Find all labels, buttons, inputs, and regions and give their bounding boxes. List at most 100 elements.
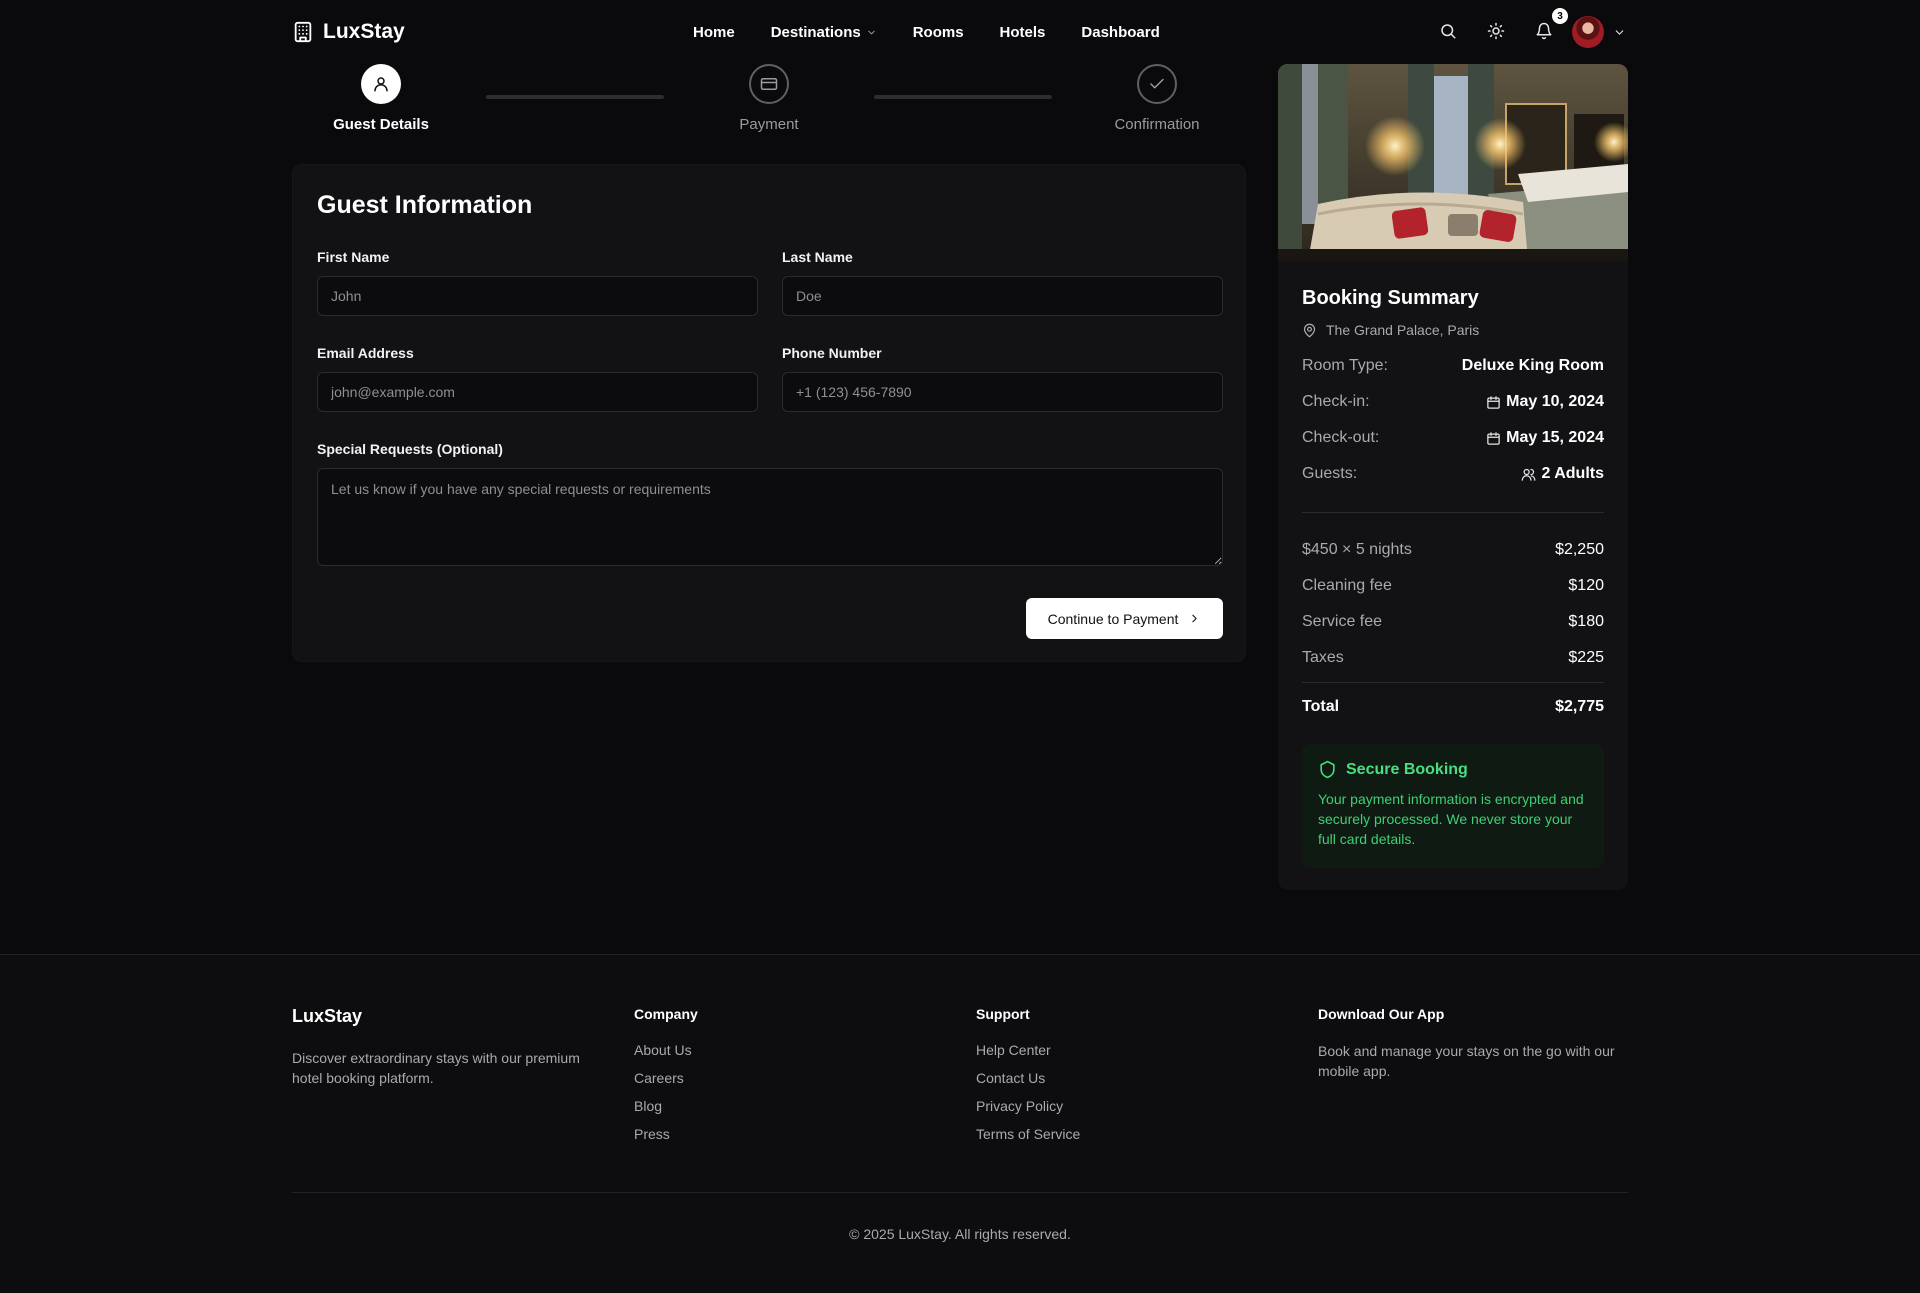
step-guest-details: Guest Details xyxy=(301,64,461,133)
nav-hotels[interactable]: Hotels xyxy=(1000,24,1046,41)
special-requests-label: Special Requests (Optional) xyxy=(317,441,503,457)
copyright: © 2025 LuxStay. All rights reserved. xyxy=(849,1226,1071,1242)
summary-divider xyxy=(1302,682,1604,683)
email-label: Email Address xyxy=(317,345,414,361)
brand-logo[interactable]: LuxStay xyxy=(292,17,405,47)
special-requests-field[interactable] xyxy=(317,468,1223,566)
sun-icon[interactable] xyxy=(1487,22,1505,40)
first-name-field[interactable] xyxy=(317,276,758,316)
charge-row-cleaning: Cleaning fee $120 xyxy=(1302,577,1604,595)
footer-link-contact-us[interactable]: Contact Us xyxy=(976,1070,1045,1086)
footer-link-terms-of-service[interactable]: Terms of Service xyxy=(976,1126,1080,1142)
charge-row-service: Service fee $180 xyxy=(1302,613,1604,631)
footer-app-description: Book and manage your stays on the go wit… xyxy=(1318,1043,1615,1079)
step-payment: Payment xyxy=(689,64,849,133)
footer-link-privacy-policy[interactable]: Privacy Policy xyxy=(976,1098,1063,1114)
charge-row-taxes: Taxes $225 xyxy=(1302,649,1604,667)
shield-icon xyxy=(1318,760,1337,779)
summary-divider xyxy=(1302,512,1604,513)
charge-label: Service fee xyxy=(1302,613,1383,630)
bell-icon[interactable] xyxy=(1535,22,1553,40)
footer-divider xyxy=(292,1192,1628,1193)
guests-value: 2 Adults xyxy=(1521,465,1604,483)
footer-brand: LuxStay xyxy=(292,1006,363,1026)
check-out-label: Check-out: xyxy=(1302,429,1380,446)
first-name-label: First Name xyxy=(317,249,390,265)
phone-label: Phone Number xyxy=(782,345,882,361)
charge-label: Taxes xyxy=(1302,649,1344,666)
last-name-field[interactable] xyxy=(782,276,1223,316)
chevron-down-icon xyxy=(866,27,877,38)
footer-description: Discover extraordinary stays with our pr… xyxy=(292,1050,580,1086)
nav-home[interactable]: Home xyxy=(693,24,735,41)
charge-label: $450 × 5 nights xyxy=(1302,541,1412,558)
check-out-value: May 15, 2024 xyxy=(1486,429,1604,447)
search-icon[interactable] xyxy=(1439,22,1457,40)
footer-link-careers[interactable]: Careers xyxy=(634,1070,684,1086)
last-name-label: Last Name xyxy=(782,249,853,265)
continue-to-payment-button[interactable]: Continue to Payment xyxy=(1026,598,1223,639)
check-in-label: Check-in: xyxy=(1302,393,1370,410)
nav-destinations-label: Destinations xyxy=(770,23,861,41)
booking-summary-card: Booking Summary The Grand Palace, Paris … xyxy=(1278,64,1628,890)
user-avatar[interactable] xyxy=(1572,16,1604,48)
users-icon xyxy=(1521,467,1536,482)
charge-label: Cleaning fee xyxy=(1302,577,1392,594)
total-value: $2,775 xyxy=(1555,698,1604,715)
guests-count: 2 Adults xyxy=(1541,465,1604,482)
step-confirmation: Confirmation xyxy=(1077,64,1237,133)
step-label: Guest Details xyxy=(333,116,429,133)
secure-booking-notice: Secure Booking Your payment information … xyxy=(1302,744,1604,868)
check-icon xyxy=(1137,64,1177,104)
check-out-row: Check-out: May 15, 2024 xyxy=(1302,429,1604,447)
step-connector xyxy=(486,95,664,99)
location-text: The Grand Palace, Paris xyxy=(1326,322,1480,338)
main-nav: Home Destinations Rooms Hotels Dashboard xyxy=(693,18,1160,46)
email-field[interactable] xyxy=(317,372,758,412)
summary-title: Booking Summary xyxy=(1302,287,1479,309)
footer-link-about-us[interactable]: About Us xyxy=(634,1042,692,1058)
room-type-value: Deluxe King Room xyxy=(1461,357,1604,374)
user-icon xyxy=(361,64,401,104)
chevron-right-icon xyxy=(1188,612,1201,625)
form-title: Guest Information xyxy=(317,191,533,219)
calendar-icon xyxy=(1486,431,1501,446)
step-label: Payment xyxy=(739,116,799,133)
footer-link-blog[interactable]: Blog xyxy=(634,1098,662,1114)
hotel-room-photo xyxy=(1278,64,1628,261)
check-out-date: May 15, 2024 xyxy=(1506,429,1604,446)
calendar-icon xyxy=(1486,395,1501,410)
charge-value: $225 xyxy=(1568,649,1604,666)
brand-name: LuxStay xyxy=(323,20,405,43)
secure-booking-title: Secure Booking xyxy=(1346,760,1468,778)
footer-link-help-center[interactable]: Help Center xyxy=(976,1042,1051,1058)
total-row: Total $2,775 xyxy=(1302,698,1604,716)
charge-row-nights: $450 × 5 nights $2,250 xyxy=(1302,541,1604,559)
step-connector xyxy=(874,95,1052,99)
charge-value: $120 xyxy=(1568,577,1604,594)
footer-support-title: Support xyxy=(976,1006,1030,1022)
top-navigation-bar: LuxStay Home Destinations Rooms Hotels D… xyxy=(0,0,1920,64)
footer xyxy=(0,955,1920,1293)
notification-badge: 3 xyxy=(1552,8,1568,24)
room-type-label: Room Type: xyxy=(1302,357,1388,374)
check-in-row: Check-in: May 10, 2024 xyxy=(1302,393,1604,411)
footer-company-title: Company xyxy=(634,1006,698,1022)
footer-link-press[interactable]: Press xyxy=(634,1126,670,1142)
guests-label: Guests: xyxy=(1302,465,1358,482)
secure-booking-text: Your payment information is encrypted an… xyxy=(1318,791,1584,847)
nav-rooms[interactable]: Rooms xyxy=(913,24,964,41)
guests-row: Guests: 2 Adults xyxy=(1302,465,1604,483)
chevron-down-icon[interactable] xyxy=(1613,26,1626,39)
charge-value: $2,250 xyxy=(1555,541,1604,558)
step-label: Confirmation xyxy=(1114,116,1200,133)
building-icon xyxy=(292,20,314,44)
phone-field[interactable] xyxy=(782,372,1223,412)
guest-information-card: Guest Information First Name Last Name E… xyxy=(292,164,1246,662)
continue-label: Continue to Payment xyxy=(1047,610,1179,627)
nav-dashboard[interactable]: Dashboard xyxy=(1081,24,1159,41)
charge-value: $180 xyxy=(1568,613,1604,630)
map-pin-icon xyxy=(1302,323,1317,338)
check-in-value: May 10, 2024 xyxy=(1486,393,1604,411)
nav-destinations[interactable]: Destinations xyxy=(771,24,877,41)
